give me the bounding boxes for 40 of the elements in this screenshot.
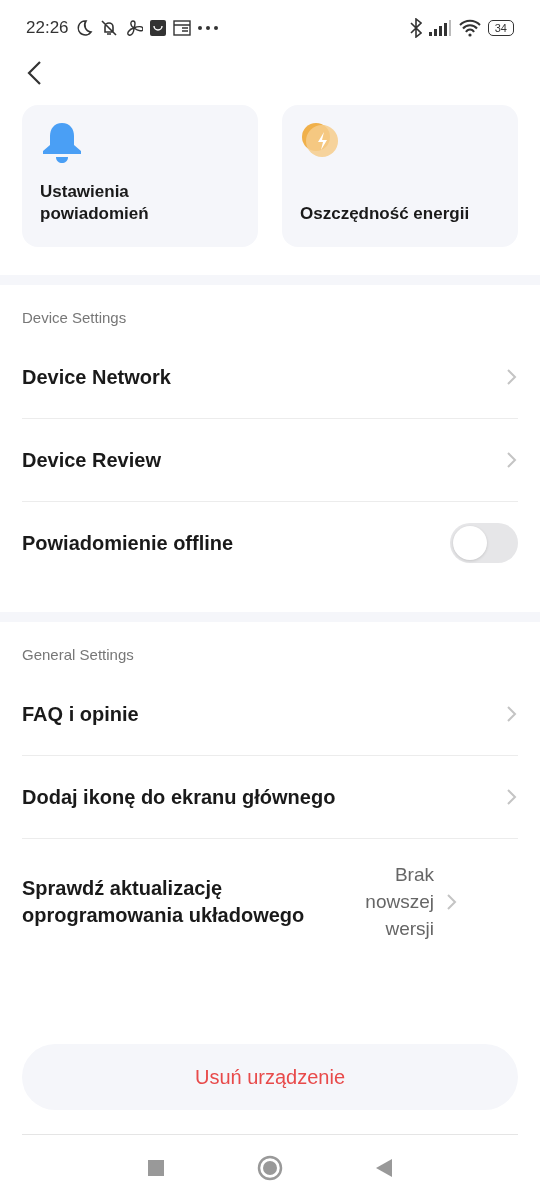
row-label: Dodaj ikonę do ekranu głównego bbox=[22, 784, 337, 810]
settings-row[interactable]: Dodaj ikonę do ekranu głównego bbox=[22, 756, 518, 839]
bag-icon bbox=[148, 18, 167, 37]
chevron-right-icon bbox=[506, 788, 518, 806]
muted-bell-icon bbox=[98, 18, 119, 37]
toggle-switch[interactable] bbox=[450, 523, 518, 563]
settings-row[interactable]: FAQ i opinie bbox=[22, 673, 518, 756]
row-label: FAQ i opinie bbox=[22, 701, 140, 727]
signal-icon bbox=[427, 18, 452, 37]
shortcut-card[interactable]: Oszczędność energii bbox=[282, 105, 518, 247]
chevron-right-icon bbox=[506, 451, 518, 469]
recent-apps-icon[interactable] bbox=[147, 1158, 165, 1177]
section-title: General Settings bbox=[21, 645, 135, 665]
settings-row[interactable]: Device Review bbox=[22, 419, 518, 502]
more-icon bbox=[196, 24, 219, 31]
settings-row[interactable]: Sprawdź aktualizację oprogramowania układowego Brak nowszej wersji bbox=[22, 839, 518, 984]
chevron-right-icon bbox=[506, 368, 518, 386]
chevron-right-icon bbox=[506, 705, 518, 723]
shortcut-card[interactable]: Ustawienia powiadomień bbox=[22, 105, 258, 247]
battery-indicator: 34 bbox=[487, 19, 514, 36]
row-label: Sprawdź aktualizację oprogramowania układowego bbox=[22, 875, 306, 928]
row-label: Powiadomienie offline bbox=[22, 530, 235, 556]
card-label: Oszczędność energii bbox=[300, 203, 471, 225]
wifi-icon bbox=[457, 18, 482, 37]
card-label: Ustawienia powiadomień bbox=[40, 181, 150, 225]
section-title: Device Settings bbox=[21, 308, 128, 328]
home-icon[interactable] bbox=[257, 1154, 283, 1181]
bluetooth-icon bbox=[409, 17, 422, 38]
status-time: 22:26 bbox=[26, 17, 69, 38]
remove-device-button[interactable]: Usuń urządzenie bbox=[22, 1044, 518, 1110]
row-value: Brak nowszej wersji bbox=[364, 863, 434, 941]
moon-icon bbox=[74, 18, 93, 37]
back-nav-icon[interactable] bbox=[375, 1157, 393, 1178]
bell-icon bbox=[40, 121, 84, 165]
fan-icon bbox=[124, 18, 143, 37]
settings-row[interactable]: Device Network bbox=[22, 336, 518, 419]
row-label: Device Review bbox=[22, 447, 162, 473]
chevron-right-icon bbox=[446, 892, 458, 911]
row-label: Device Network bbox=[22, 364, 172, 390]
calendar-icon bbox=[172, 19, 191, 36]
